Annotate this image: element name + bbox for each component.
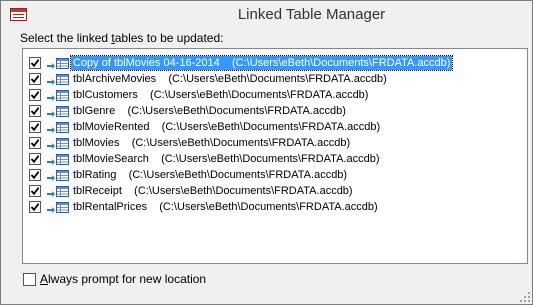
table-entry-label[interactable]: tblCustomers (C:\Users\eBeth\Documents\F… bbox=[71, 88, 370, 102]
table-entry-label[interactable]: tblGenre (C:\Users\eBeth\Documents\FRDAT… bbox=[71, 104, 348, 118]
table-name: tblMovieRented bbox=[73, 121, 150, 133]
linked-table-icon bbox=[46, 73, 72, 86]
table-checkbox[interactable] bbox=[29, 57, 41, 69]
always-prompt-label[interactable]: Always prompt for new location bbox=[40, 272, 206, 286]
table-checkbox[interactable] bbox=[29, 185, 41, 197]
resize-grip-icon[interactable] bbox=[520, 292, 530, 302]
always-prompt-checkbox[interactable] bbox=[23, 273, 36, 286]
table-name: tblMovies bbox=[73, 137, 120, 149]
table-name: tblGenre bbox=[73, 105, 116, 117]
checkmark-icon bbox=[30, 139, 40, 148]
list-item[interactable]: tblMovies (C:\Users\eBeth\Documents\FRDA… bbox=[27, 135, 522, 151]
table-source-path: (C:\Users\eBeth\Documents\FRDATA.accdb) bbox=[134, 185, 353, 197]
table-source-path: (C:\Users\eBeth\Documents\FRDATA.accdb) bbox=[168, 73, 387, 85]
checkmark-icon bbox=[30, 75, 40, 84]
checkmark-icon bbox=[30, 187, 40, 196]
linked-table-icon bbox=[46, 137, 72, 150]
checkmark-icon bbox=[30, 91, 40, 100]
instruction-text-pre: Select the linked bbox=[20, 31, 112, 45]
checkmark-icon bbox=[30, 203, 40, 212]
linked-table-icon bbox=[46, 153, 72, 166]
table-entry-label[interactable]: tblArchiveMovies (C:\Users\eBeth\Documen… bbox=[71, 72, 389, 86]
table-checkbox[interactable] bbox=[29, 153, 41, 165]
table-source-path: (C:\Users\eBeth\Documents\FRDATA.accdb) bbox=[128, 169, 348, 181]
table-name: tblRentalPrices bbox=[73, 201, 147, 213]
linked-table-icon bbox=[46, 185, 72, 198]
list-item[interactable]: tblMovieRented (C:\Users\eBeth\Documents… bbox=[27, 119, 522, 135]
table-entry-label[interactable]: tblReceipt (C:\Users\eBeth\Documents\FRD… bbox=[71, 184, 355, 198]
table-source-path: (C:\Users\eBeth\Documents\FRDATA.accdb) bbox=[231, 57, 451, 69]
linked-table-icon bbox=[46, 105, 72, 118]
linked-table-icon bbox=[46, 121, 72, 134]
table-entry-label[interactable]: tblRentalPrices (C:\Users\eBeth\Document… bbox=[71, 200, 380, 214]
table-entry-label[interactable]: tblRating (C:\Users\eBeth\Documents\FRDA… bbox=[71, 168, 349, 182]
table-entry-label[interactable]: tblMovieSearch (C:\Users\eBeth\Documents… bbox=[71, 152, 382, 166]
table-source-path: (C:\Users\eBeth\Documents\FRDATA.accdb) bbox=[131, 137, 351, 149]
list-item[interactable]: tblRentalPrices (C:\Users\eBeth\Document… bbox=[27, 199, 522, 215]
instruction-label: Select the linked tables to be updated: bbox=[20, 31, 224, 45]
table-name: tblReceipt bbox=[73, 185, 122, 197]
table-name: tblArchiveMovies bbox=[73, 73, 157, 85]
table-entry-label[interactable]: tblMovieRented (C:\Users\eBeth\Documents… bbox=[71, 120, 382, 134]
window-title: Linked Table Manager bbox=[237, 6, 386, 23]
table-source-path: (C:\Users\eBeth\Documents\FRDATA.accdb) bbox=[127, 105, 346, 117]
list-item[interactable]: tblReceipt (C:\Users\eBeth\Documents\FRD… bbox=[27, 183, 522, 199]
table-name: tblRating bbox=[73, 169, 117, 181]
checkmark-icon bbox=[30, 107, 40, 116]
linked-tables-list[interactable]: Copy of tblMovies 04-16-2014 (C:\Users\e… bbox=[22, 48, 528, 264]
checkmark-icon bbox=[30, 155, 40, 164]
checkmark-icon bbox=[30, 123, 40, 132]
always-prompt-accelerator: A bbox=[40, 272, 49, 286]
table-name: tblMovieSearch bbox=[73, 153, 149, 165]
linked-table-manager-window: Linked Table Manager Select the linked t… bbox=[0, 0, 533, 305]
checkmark-icon bbox=[30, 59, 40, 68]
table-name: Copy of tblMovies 04-16-2014 bbox=[73, 57, 220, 69]
always-prompt-text: lways prompt for new location bbox=[48, 272, 207, 286]
table-source-path: (C:\Users\eBeth\Documents\FRDATA.accdb) bbox=[150, 89, 369, 101]
table-checkbox[interactable] bbox=[29, 105, 41, 117]
list-item[interactable]: tblMovieSearch (C:\Users\eBeth\Documents… bbox=[27, 151, 522, 167]
linked-table-icon bbox=[46, 89, 72, 102]
linked-table-icon bbox=[46, 169, 72, 182]
table-source-path: (C:\Users\eBeth\Documents\FRDATA.accdb) bbox=[159, 201, 378, 213]
table-name: tblCustomers bbox=[73, 89, 138, 101]
list-item[interactable]: tblCustomers (C:\Users\eBeth\Documents\F… bbox=[27, 87, 522, 103]
table-checkbox[interactable] bbox=[29, 169, 41, 181]
title-bar[interactable]: Linked Table Manager bbox=[1, 1, 532, 29]
table-checkbox[interactable] bbox=[29, 89, 41, 101]
table-checkbox[interactable] bbox=[29, 137, 41, 149]
table-checkbox[interactable] bbox=[29, 121, 41, 133]
table-source-path: (C:\Users\eBeth\Documents\FRDATA.accdb) bbox=[161, 121, 381, 133]
list-item[interactable]: tblRating (C:\Users\eBeth\Documents\FRDA… bbox=[27, 167, 522, 183]
list-item[interactable]: tblArchiveMovies (C:\Users\eBeth\Documen… bbox=[27, 71, 522, 87]
checkmark-icon bbox=[30, 171, 40, 180]
list-item[interactable]: Copy of tblMovies 04-16-2014 (C:\Users\e… bbox=[27, 55, 522, 71]
list-item[interactable]: tblGenre (C:\Users\eBeth\Documents\FRDAT… bbox=[27, 103, 522, 119]
instruction-text-post: ables to be updated: bbox=[114, 31, 224, 45]
table-checkbox[interactable] bbox=[29, 201, 41, 213]
linked-table-icon bbox=[46, 57, 72, 70]
table-entry-label[interactable]: tblMovies (C:\Users\eBeth\Documents\FRDA… bbox=[71, 136, 352, 150]
table-entry-label[interactable]: Copy of tblMovies 04-16-2014 (C:\Users\e… bbox=[69, 55, 454, 71]
table-source-path: (C:\Users\eBeth\Documents\FRDATA.accdb) bbox=[161, 153, 380, 165]
linked-table-icon bbox=[46, 201, 72, 214]
table-checkbox[interactable] bbox=[29, 73, 41, 85]
